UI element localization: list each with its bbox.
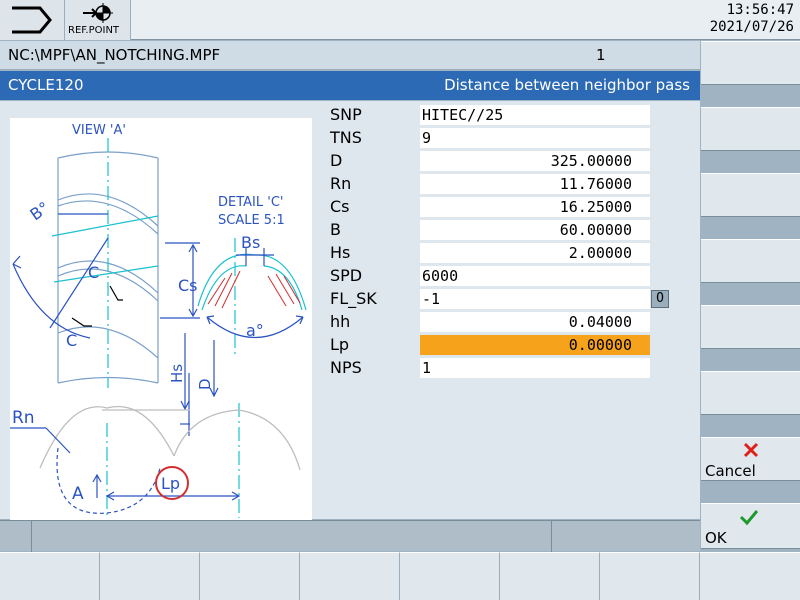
ref-point-button[interactable]: REF.POINT bbox=[65, 0, 131, 40]
machine-area-button[interactable] bbox=[0, 0, 65, 40]
param-field-b[interactable]: 60.00000 bbox=[420, 220, 650, 240]
param-label-snp: SNP bbox=[330, 105, 362, 124]
param-field-d[interactable]: 325.00000 bbox=[420, 151, 650, 171]
label-lp: Lp bbox=[161, 474, 180, 493]
param-field-lp[interactable]: 0.00000 bbox=[420, 335, 650, 355]
softkey-bottom-3[interactable] bbox=[200, 552, 300, 600]
param-field-rn[interactable]: 11.76000 bbox=[420, 174, 650, 194]
ok-label: OK bbox=[705, 529, 727, 547]
param-field-tns[interactable]: 9 bbox=[420, 128, 650, 148]
label-bs: Bs bbox=[241, 233, 260, 252]
param-field-spd[interactable]: 6000 bbox=[420, 266, 650, 286]
param-label-tns: TNS bbox=[330, 128, 362, 147]
cancel-icon bbox=[743, 442, 759, 458]
view-label: VIEW 'A' bbox=[72, 123, 126, 138]
param-label-hh: hh bbox=[330, 312, 351, 331]
param-field-snp[interactable]: HITEC//25 bbox=[420, 105, 650, 125]
cancel-label: Cancel bbox=[705, 462, 756, 480]
clock: 13:56:47 2021/07/26 bbox=[684, 2, 794, 36]
label-d: D bbox=[196, 378, 214, 390]
status-cell-3 bbox=[552, 521, 700, 552]
softkey-right-2[interactable] bbox=[701, 107, 800, 151]
label-hs: Hs bbox=[168, 364, 186, 383]
machine-area-icon bbox=[12, 6, 52, 34]
cycle-help-drawing: VIEW 'A' DETAIL 'C' SCALE 5:1 B° C C Cs … bbox=[10, 118, 312, 520]
date: 2021/07/26 bbox=[709, 19, 794, 35]
program-path-bar: NC:\MPF\AN_NOTCHING.MPF 1 bbox=[0, 41, 700, 70]
label-c-2: C bbox=[66, 331, 77, 350]
softkey-bottom-1[interactable] bbox=[0, 552, 100, 600]
softkey-right-5[interactable] bbox=[701, 305, 800, 349]
label-a: A bbox=[72, 484, 84, 504]
softkey-bottom-6[interactable] bbox=[500, 552, 600, 600]
label-cs: Cs bbox=[178, 276, 198, 295]
label-rn: Rn bbox=[12, 408, 35, 428]
param-label-hs: Hs bbox=[330, 243, 351, 262]
ref-point-label: REF.POINT bbox=[68, 25, 120, 36]
param-label-b: B bbox=[330, 220, 341, 239]
param-label-cs: Cs bbox=[330, 197, 350, 216]
softkey-bottom-5[interactable] bbox=[400, 552, 500, 600]
ok-icon bbox=[739, 510, 759, 526]
param-label-fl-sk: FL_SK bbox=[330, 289, 377, 308]
softkey-right-4[interactable] bbox=[701, 239, 800, 283]
channel-number: 1 bbox=[596, 46, 606, 64]
param-field-fl-sk[interactable]: -1 bbox=[420, 289, 650, 309]
top-bar: REF.POINT 13:56:47 2021/07/26 bbox=[0, 0, 800, 40]
param-label-spd: SPD bbox=[330, 266, 363, 285]
softkey-bottom-4[interactable] bbox=[300, 552, 400, 600]
label-b: B° bbox=[26, 198, 52, 224]
ok-button[interactable]: OK bbox=[701, 503, 800, 549]
param-field-hs[interactable]: 2.00000 bbox=[420, 243, 650, 263]
notching-diagram: VIEW 'A' DETAIL 'C' SCALE 5:1 B° C C Cs … bbox=[10, 123, 307, 518]
cycle-title-bar: CYCLE120 Distance between neighbor pass bbox=[0, 71, 700, 100]
param-label-nps: NPS bbox=[330, 358, 362, 377]
cancel-button[interactable]: Cancel bbox=[701, 437, 800, 481]
param-field-hh[interactable]: 0.04000 bbox=[420, 312, 650, 332]
status-cell-2 bbox=[32, 521, 552, 552]
toggle-button[interactable]: O bbox=[651, 290, 669, 308]
program-path: NC:\MPF\AN_NOTCHING.MPF bbox=[8, 46, 221, 64]
status-bar bbox=[0, 520, 700, 552]
param-field-cs[interactable]: 16.25000 bbox=[420, 197, 650, 217]
cycle-name: CYCLE120 bbox=[8, 76, 84, 94]
softkey-right-6[interactable] bbox=[701, 371, 800, 415]
param-label-lp: Lp bbox=[330, 335, 350, 354]
param-label-rn: Rn bbox=[330, 174, 352, 193]
label-c-1: C bbox=[88, 263, 99, 282]
label-a-angle: a° bbox=[246, 321, 264, 340]
parameter-hint: Distance between neighbor pass bbox=[444, 76, 690, 94]
softkey-bottom-7[interactable] bbox=[600, 552, 700, 600]
softkey-bottom-2[interactable] bbox=[100, 552, 200, 600]
time: 13:56:47 bbox=[726, 2, 794, 18]
softkey-bottom-8[interactable] bbox=[700, 552, 800, 600]
scale-text: SCALE 5:1 bbox=[218, 213, 285, 228]
status-cell-1 bbox=[0, 521, 32, 552]
param-field-nps[interactable]: 1 bbox=[420, 358, 650, 378]
softkey-right-3[interactable] bbox=[701, 173, 800, 217]
softkey-right-1[interactable] bbox=[701, 41, 800, 85]
param-label-d: D bbox=[330, 151, 343, 170]
detail-label: DETAIL 'C' bbox=[218, 195, 283, 210]
